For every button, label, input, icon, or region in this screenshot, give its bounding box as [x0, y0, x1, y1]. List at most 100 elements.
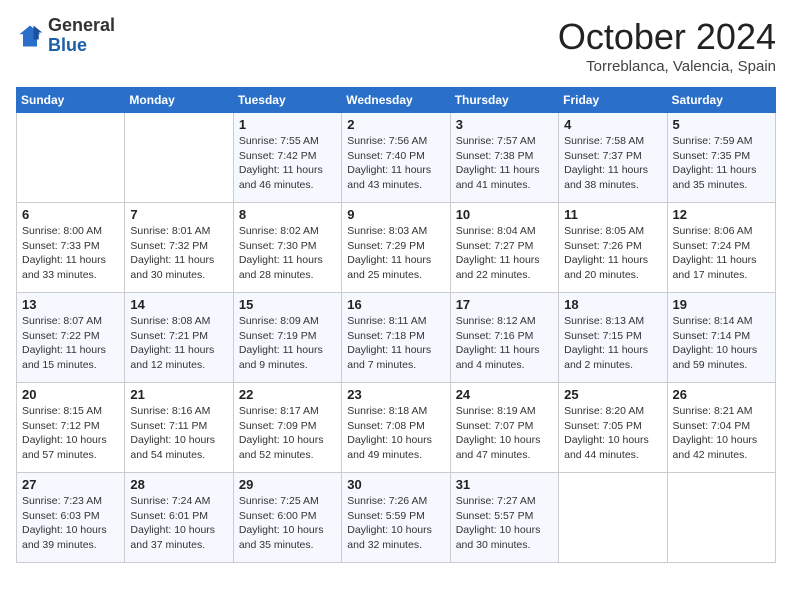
calendar-cell: 30 Sunrise: 7:26 AMSunset: 5:59 PMDayligh… [342, 473, 450, 563]
day-number: 12 [673, 207, 770, 222]
calendar-cell: 29 Sunrise: 7:25 AMSunset: 6:00 PMDayligh… [233, 473, 341, 563]
day-number: 20 [22, 387, 119, 402]
header-monday: Monday [125, 88, 233, 113]
calendar-cell [17, 113, 125, 203]
day-info: Sunrise: 8:02 AMSunset: 7:30 PMDaylight:… [239, 224, 336, 283]
calendar-cell: 19 Sunrise: 8:14 AMSunset: 7:14 PMDayligh… [667, 293, 775, 383]
day-info: Sunrise: 8:15 AMSunset: 7:12 PMDaylight:… [22, 404, 119, 463]
day-number: 27 [22, 477, 119, 492]
day-number: 25 [564, 387, 661, 402]
calendar-cell: 31 Sunrise: 7:27 AMSunset: 5:57 PMDayligh… [450, 473, 558, 563]
calendar-cell [125, 113, 233, 203]
day-info: Sunrise: 8:14 AMSunset: 7:14 PMDaylight:… [673, 314, 770, 373]
day-number: 11 [564, 207, 661, 222]
calendar-cell [667, 473, 775, 563]
day-number: 24 [456, 387, 553, 402]
header-wednesday: Wednesday [342, 88, 450, 113]
day-info: Sunrise: 8:11 AMSunset: 7:18 PMDaylight:… [347, 314, 444, 373]
calendar-week-4: 20 Sunrise: 8:15 AMSunset: 7:12 PMDayligh… [17, 383, 776, 473]
calendar-cell: 27Sunrise: 7:23 AMSunset: 6:03 PMDayligh… [17, 473, 125, 563]
calendar-cell [559, 473, 667, 563]
calendar-cell: 26Sunrise: 8:21 AMSunset: 7:04 PMDayligh… [667, 383, 775, 473]
day-info: Sunrise: 7:25 AMSunset: 6:00 PMDaylight:… [239, 494, 336, 553]
calendar-week-1: 1 Sunrise: 7:55 AMSunset: 7:42 PMDaylight… [17, 113, 776, 203]
calendar-week-2: 6Sunrise: 8:00 AMSunset: 7:33 PMDaylight… [17, 203, 776, 293]
calendar-cell: 17Sunrise: 8:12 AMSunset: 7:16 PMDayligh… [450, 293, 558, 383]
day-info: Sunrise: 8:06 AMSunset: 7:24 PMDaylight:… [673, 224, 770, 283]
calendar-table: Sunday Monday Tuesday Wednesday Thursday… [16, 87, 776, 563]
day-info: Sunrise: 8:05 AMSunset: 7:26 PMDaylight:… [564, 224, 661, 283]
day-number: 21 [130, 387, 227, 402]
day-number: 29 [239, 477, 336, 492]
calendar-cell: 12 Sunrise: 8:06 AMSunset: 7:24 PMDayligh… [667, 203, 775, 293]
day-info: Sunrise: 8:09 AMSunset: 7:19 PMDaylight:… [239, 314, 336, 373]
logo-icon [16, 22, 44, 50]
calendar-week-5: 27Sunrise: 7:23 AMSunset: 6:03 PMDayligh… [17, 473, 776, 563]
header-friday: Friday [559, 88, 667, 113]
calendar-body: 1 Sunrise: 7:55 AMSunset: 7:42 PMDaylight… [17, 113, 776, 563]
calendar-header: Sunday Monday Tuesday Wednesday Thursday… [17, 88, 776, 113]
calendar-cell: 4 Sunrise: 7:58 AMSunset: 7:37 PMDaylight… [559, 113, 667, 203]
calendar-cell: 24 Sunrise: 8:19 AMSunset: 7:07 PMDayligh… [450, 383, 558, 473]
logo-text: General Blue [48, 16, 115, 56]
day-info: Sunrise: 8:21 AMSunset: 7:04 PMDaylight:… [673, 404, 770, 463]
day-number: 17 [456, 297, 553, 312]
calendar-cell: 9 Sunrise: 8:03 AMSunset: 7:29 PMDaylight… [342, 203, 450, 293]
calendar-week-3: 13Sunrise: 8:07 AMSunset: 7:22 PMDayligh… [17, 293, 776, 383]
day-number: 18 [564, 297, 661, 312]
header-saturday: Saturday [667, 88, 775, 113]
day-number: 22 [239, 387, 336, 402]
day-info: Sunrise: 7:58 AMSunset: 7:37 PMDaylight:… [564, 134, 661, 193]
day-number: 28 [130, 477, 227, 492]
calendar-cell: 7Sunrise: 8:01 AMSunset: 7:32 PMDaylight… [125, 203, 233, 293]
header-thursday: Thursday [450, 88, 558, 113]
day-info: Sunrise: 8:13 AMSunset: 7:15 PMDaylight:… [564, 314, 661, 373]
day-info: Sunrise: 8:19 AMSunset: 7:07 PMDaylight:… [456, 404, 553, 463]
day-number: 16 [347, 297, 444, 312]
calendar-cell: 14 Sunrise: 8:08 AMSunset: 7:21 PMDayligh… [125, 293, 233, 383]
calendar-cell: 23Sunrise: 8:18 AMSunset: 7:08 PMDayligh… [342, 383, 450, 473]
day-info: Sunrise: 7:55 AMSunset: 7:42 PMDaylight:… [239, 134, 336, 193]
day-number: 3 [456, 117, 553, 132]
day-number: 9 [347, 207, 444, 222]
day-info: Sunrise: 8:04 AMSunset: 7:27 PMDaylight:… [456, 224, 553, 283]
calendar-cell: 11 Sunrise: 8:05 AMSunset: 7:26 PMDayligh… [559, 203, 667, 293]
day-number: 1 [239, 117, 336, 132]
calendar-cell: 16 Sunrise: 8:11 AMSunset: 7:18 PMDayligh… [342, 293, 450, 383]
logo-general: General [48, 16, 115, 36]
title-section: October 2024 Torreblanca, Valencia, Spai… [558, 16, 776, 75]
day-number: 2 [347, 117, 444, 132]
calendar-cell: 3Sunrise: 7:57 AMSunset: 7:38 PMDaylight… [450, 113, 558, 203]
day-info: Sunrise: 7:59 AMSunset: 7:35 PMDaylight:… [673, 134, 770, 193]
header-row: Sunday Monday Tuesday Wednesday Thursday… [17, 88, 776, 113]
day-info: Sunrise: 8:03 AMSunset: 7:29 PMDaylight:… [347, 224, 444, 283]
day-number: 7 [130, 207, 227, 222]
day-info: Sunrise: 7:26 AMSunset: 5:59 PMDaylight:… [347, 494, 444, 553]
day-number: 10 [456, 207, 553, 222]
day-number: 30 [347, 477, 444, 492]
calendar-cell: 2Sunrise: 7:56 AMSunset: 7:40 PMDaylight… [342, 113, 450, 203]
day-number: 5 [673, 117, 770, 132]
location: Torreblanca, Valencia, Spain [558, 58, 776, 75]
header-tuesday: Tuesday [233, 88, 341, 113]
calendar-cell: 28 Sunrise: 7:24 AMSunset: 6:01 PMDayligh… [125, 473, 233, 563]
day-number: 15 [239, 297, 336, 312]
day-number: 6 [22, 207, 119, 222]
logo: General Blue [16, 16, 115, 56]
calendar-cell: 22Sunrise: 8:17 AMSunset: 7:09 PMDayligh… [233, 383, 341, 473]
day-number: 19 [673, 297, 770, 312]
calendar-cell: 10 Sunrise: 8:04 AMSunset: 7:27 PMDayligh… [450, 203, 558, 293]
day-number: 13 [22, 297, 119, 312]
day-info: Sunrise: 8:08 AMSunset: 7:21 PMDaylight:… [130, 314, 227, 373]
calendar-cell: 15 Sunrise: 8:09 AMSunset: 7:19 PMDayligh… [233, 293, 341, 383]
day-number: 14 [130, 297, 227, 312]
calendar-cell: 6Sunrise: 8:00 AMSunset: 7:33 PMDaylight… [17, 203, 125, 293]
day-number: 4 [564, 117, 661, 132]
day-info: Sunrise: 7:24 AMSunset: 6:01 PMDaylight:… [130, 494, 227, 553]
day-info: Sunrise: 8:20 AMSunset: 7:05 PMDaylight:… [564, 404, 661, 463]
header-sunday: Sunday [17, 88, 125, 113]
day-number: 31 [456, 477, 553, 492]
day-info: Sunrise: 7:27 AMSunset: 5:57 PMDaylight:… [456, 494, 553, 553]
day-info: Sunrise: 8:18 AMSunset: 7:08 PMDaylight:… [347, 404, 444, 463]
day-info: Sunrise: 8:16 AMSunset: 7:11 PMDaylight:… [130, 404, 227, 463]
